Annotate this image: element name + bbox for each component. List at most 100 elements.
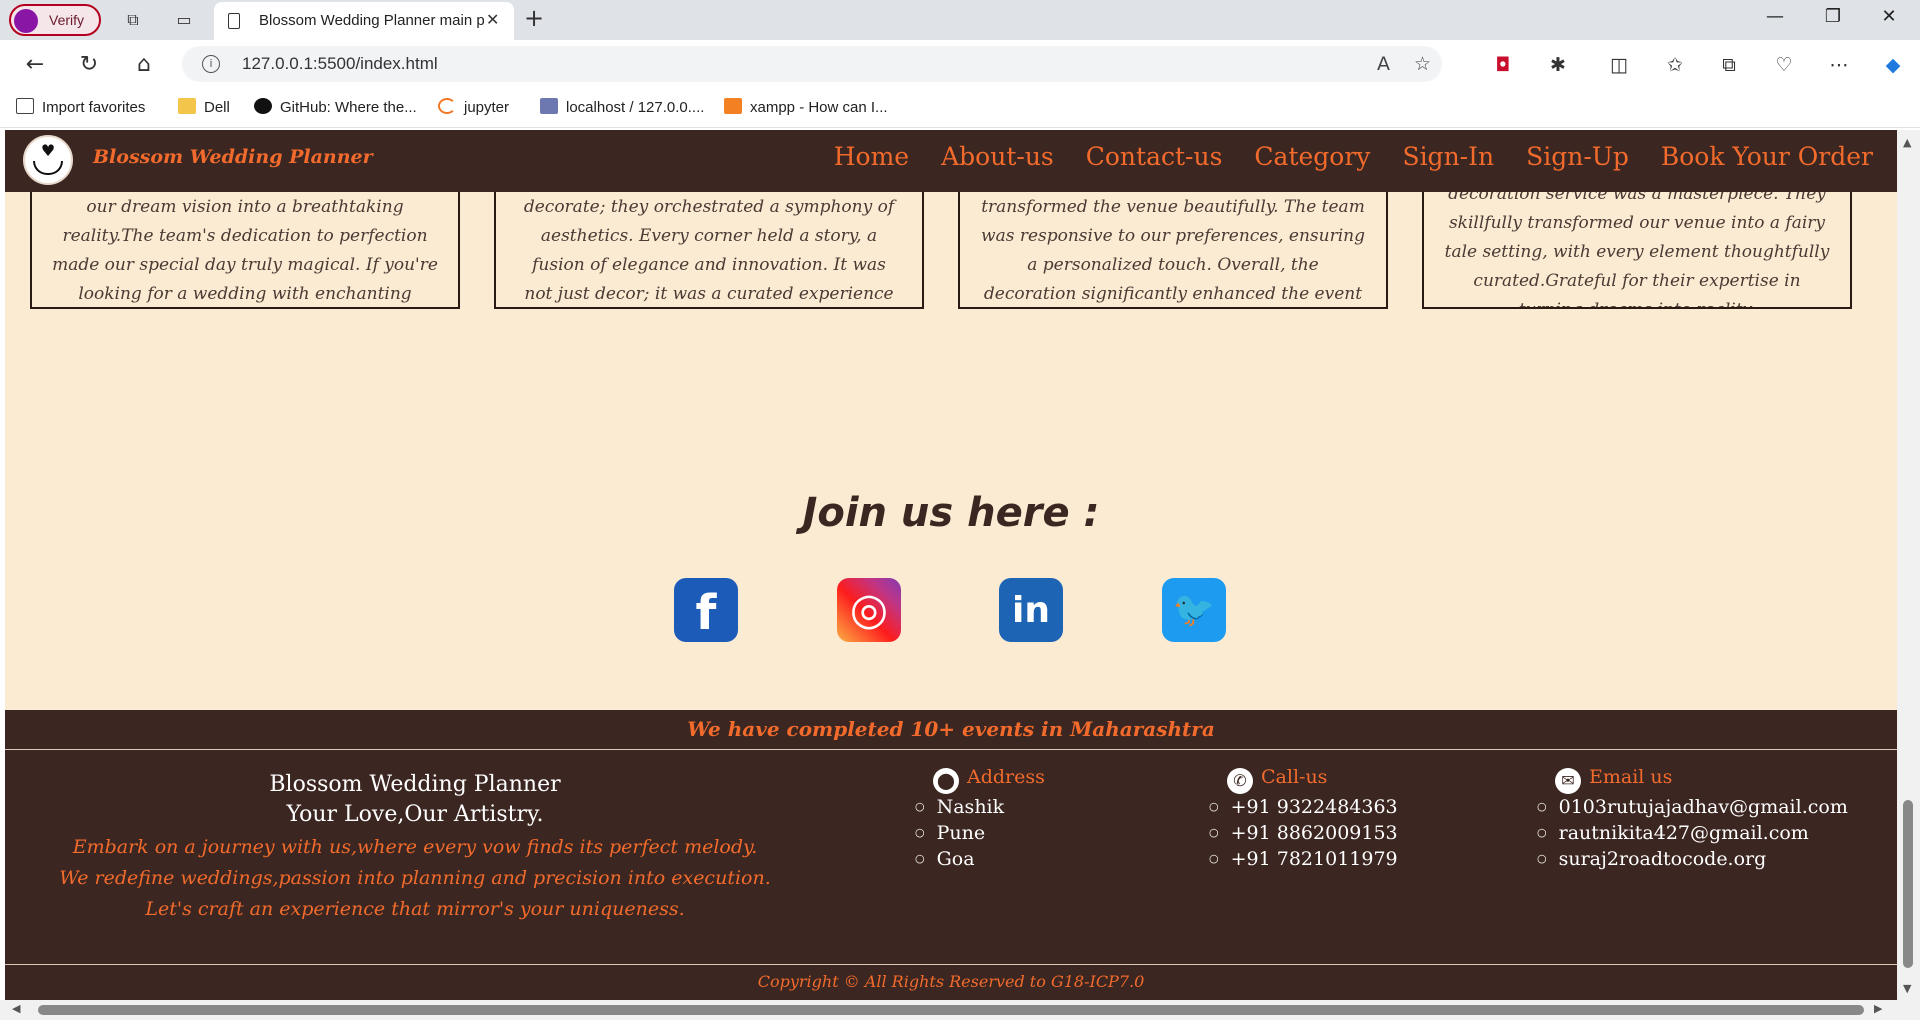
bookmark-label: Dell [204, 99, 230, 116]
nav-about-us[interactable]: About-us [941, 142, 1054, 171]
address-heading: ⬤ Address [933, 766, 1045, 794]
address-bar[interactable]: i 127.0.0.1:5500/index.html A ☆ [182, 46, 1442, 82]
bookmark-jupyter[interactable]: jupyter [438, 98, 509, 116]
extensions-icon[interactable]: ✱ [1545, 52, 1571, 78]
home-icon[interactable]: ⌂ [131, 52, 157, 78]
list-item: Goa [915, 846, 1045, 872]
vertical-scroll-thumb[interactable] [1903, 800, 1913, 968]
nav-sign-up[interactable]: Sign-Up [1526, 142, 1629, 171]
envelope-icon: ✉ [1555, 768, 1581, 794]
split-screen-icon[interactable]: ◫ [1606, 52, 1632, 78]
linkedin-link[interactable]: in [999, 578, 1063, 642]
copilot-icon[interactable]: ◆ [1880, 52, 1906, 78]
close-tab-icon[interactable]: ✕ [486, 10, 499, 29]
scroll-down-icon[interactable]: ▼ [1903, 982, 1911, 995]
footer-desc-line: Embark on a journey with us,where every … [72, 836, 758, 858]
list-item[interactable]: +91 7821011979 [1209, 846, 1398, 872]
facebook-link[interactable]: f [674, 578, 738, 642]
scroll-up-icon[interactable]: ▲ [1903, 136, 1911, 149]
bookmark-localhost[interactable]: localhost / 127.0.0.... [540, 98, 704, 116]
events-banner: We have completed 10+ events in Maharash… [5, 710, 1897, 750]
join-us-heading: Join us here : [802, 490, 1100, 536]
phone-icon: ✆ [1227, 768, 1253, 794]
site-info-icon[interactable]: i [202, 55, 220, 73]
review-text: decoration service was a masterpiece. Th… [1444, 184, 1830, 307]
more-menu-icon[interactable]: ⋯ [1826, 52, 1852, 78]
restore-icon[interactable]: ❐ [1818, 6, 1848, 27]
horizontal-scroll-thumb[interactable] [38, 1005, 1864, 1015]
phone-list: +91 9322484363 +91 8862009153 +91 782101… [1209, 794, 1398, 872]
page-icon [228, 13, 240, 29]
vertical-scrollbar[interactable]: ▲ ▼ [1897, 130, 1920, 1000]
brand-name[interactable]: Blossom Wedding Planner [93, 146, 373, 168]
horizontal-scrollbar[interactable]: ◀ ▶ [0, 1000, 1920, 1020]
bookmark-github[interactable]: GitHub: Where the... [254, 98, 417, 116]
collections-icon[interactable]: ⧉ [1716, 52, 1742, 78]
events-banner-text: We have completed 10+ events in Maharash… [687, 717, 1215, 741]
nav-contact-us[interactable]: Contact-us [1086, 142, 1223, 171]
footer-about: Blossom Wedding Planner Your Love,Our Ar… [45, 770, 785, 925]
workspaces-icon[interactable]: ⧉ [122, 9, 144, 31]
footer-call: ✆Call-us +91 9322484363 +91 8862009153 +… [1227, 766, 1398, 872]
profile-avatar [14, 9, 38, 33]
footer-email: ✉Email us 0103rutujajadhav@gmail.com rau… [1555, 766, 1848, 872]
facebook-icon: f [695, 585, 717, 641]
verify-label: Verify [49, 12, 85, 28]
tab-actions-icon[interactable]: ▭ [173, 9, 195, 31]
site-footer: We have completed 10+ events in Maharash… [5, 710, 1897, 1000]
new-tab-icon[interactable]: + [524, 4, 544, 32]
list-item[interactable]: suraj2roadtocode.org [1537, 846, 1848, 872]
browser-essentials-icon[interactable]: ♡ [1771, 52, 1797, 78]
bookmarks-bar: Import favorites Dell GitHub: Where the.… [0, 88, 1920, 128]
jupyter-icon [438, 98, 456, 114]
call-title: Call-us [1261, 766, 1328, 788]
import-icon [16, 98, 34, 114]
footer-address: ⬤Address Nashik Pune Goa [933, 766, 1045, 872]
site-logo[interactable]: ♥ [23, 135, 73, 185]
site-navbar: ♥ Blossom Wedding Planner Home About-us … [5, 130, 1897, 192]
scroll-left-icon[interactable]: ◀ [12, 1002, 20, 1015]
email-heading: ✉ Email us [1555, 766, 1848, 794]
bookmark-dell[interactable]: Dell [178, 98, 230, 116]
linkedin-icon: in [1012, 590, 1050, 631]
review-text: transformed the venue beautifully. The t… [981, 197, 1365, 304]
favorites-icon[interactable]: ✩ [1662, 52, 1688, 78]
nav-book-your-order[interactable]: Book Your Order [1661, 142, 1873, 171]
phpmyadmin-icon [540, 98, 558, 114]
email-title: Email us [1589, 766, 1673, 788]
footer-tagline: Your Love,Our Artistry. [286, 802, 544, 827]
nav-home[interactable]: Home [834, 142, 909, 171]
refresh-icon[interactable]: ↻ [76, 52, 102, 78]
address-list: Nashik Pune Goa [915, 794, 1045, 872]
footer-desc-line: Let's craft an experience that mirror's … [145, 898, 685, 920]
list-item[interactable]: +91 8862009153 [1209, 820, 1398, 846]
list-item[interactable]: rautnikita427@gmail.com [1537, 820, 1848, 846]
pocket-icon[interactable]: ◘ [1490, 52, 1516, 78]
bookmark-label: jupyter [464, 99, 510, 116]
favorite-star-icon[interactable]: ☆ [1414, 53, 1431, 75]
twitter-link[interactable]: 🐦 [1162, 578, 1226, 642]
list-item[interactable]: 0103rutujajadhav@gmail.com [1537, 794, 1848, 820]
nav-sign-in[interactable]: Sign-In [1402, 142, 1494, 171]
list-item[interactable]: +91 9322484363 [1209, 794, 1398, 820]
location-pin-icon: ⬤ [933, 768, 959, 794]
hands-icon [33, 161, 63, 175]
folder-icon [178, 98, 196, 114]
bookmark-import-favorites[interactable]: Import favorites [16, 98, 145, 116]
scroll-right-icon[interactable]: ▶ [1874, 1002, 1882, 1015]
close-window-icon[interactable]: ✕ [1874, 6, 1904, 27]
bookmark-xampp[interactable]: xampp - How can I... [724, 98, 888, 116]
back-icon[interactable]: ← [22, 52, 48, 78]
instagram-link[interactable]: ◎ [837, 578, 901, 642]
footer-desc-line: We redefine weddings,passion into planni… [59, 867, 771, 889]
active-tab[interactable]: Blossom Wedding Planner main page ✕ [214, 2, 514, 40]
email-list: 0103rutujajadhav@gmail.com rautnikita427… [1537, 794, 1848, 872]
browser-tab-bar: Verify ⧉ ▭ Blossom Wedding Planner main … [0, 0, 1920, 40]
github-icon [254, 98, 272, 114]
minimize-icon[interactable]: — [1760, 6, 1790, 27]
nav-category[interactable]: Category [1254, 142, 1370, 171]
read-aloud-icon[interactable]: A [1377, 53, 1390, 75]
verify-profile-button[interactable]: Verify [9, 4, 101, 36]
copyright-bar: Copyright © All Rights Reserved to G18-I… [5, 964, 1897, 1000]
review-text: decorate; they orchestrated a symphony o… [523, 197, 895, 304]
